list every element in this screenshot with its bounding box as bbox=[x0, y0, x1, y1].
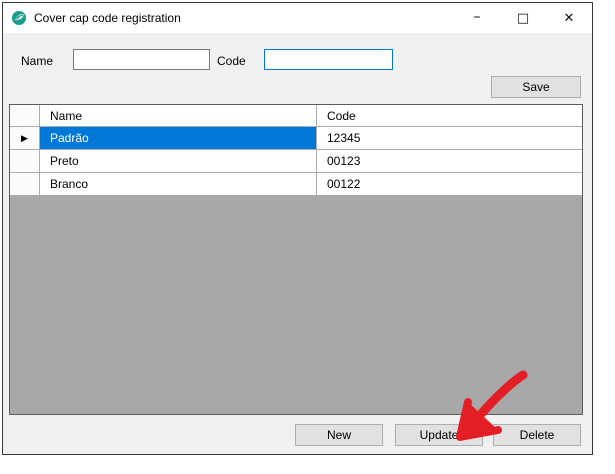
table-row: ▶ Padrão 12345 bbox=[10, 127, 582, 150]
code-label: Code bbox=[217, 54, 246, 68]
code-input[interactable] bbox=[264, 49, 393, 70]
app-logo-icon bbox=[12, 11, 26, 25]
grid-header-row: Name Code bbox=[10, 105, 582, 127]
row-header-selected[interactable]: ▶ bbox=[10, 127, 40, 150]
cell-name[interactable]: Padrão bbox=[40, 127, 317, 150]
update-button[interactable]: Update bbox=[395, 424, 483, 446]
name-label: Name bbox=[21, 54, 54, 68]
table-row: Branco 00122 bbox=[10, 173, 582, 196]
current-row-pointer-icon: ▶ bbox=[21, 132, 28, 143]
cell-code[interactable]: 00122 bbox=[317, 173, 582, 196]
table-row: Preto 00123 bbox=[10, 150, 582, 173]
column-header-name[interactable]: Name bbox=[40, 105, 317, 127]
data-grid: Name Code ▶ Padrão 12345 Preto 00123 Bra… bbox=[9, 104, 583, 415]
minimize-button[interactable]: – bbox=[454, 3, 500, 33]
new-button[interactable]: New bbox=[295, 424, 383, 446]
row-header[interactable] bbox=[10, 150, 40, 173]
delete-button[interactable]: Delete bbox=[493, 424, 581, 446]
titlebar: Cover cap code registration – □ ✕ bbox=[3, 3, 592, 33]
column-header-code[interactable]: Code bbox=[317, 105, 582, 127]
row-header[interactable] bbox=[10, 173, 40, 196]
cell-code[interactable]: 00123 bbox=[317, 150, 582, 173]
cell-name[interactable]: Preto bbox=[40, 150, 317, 173]
cell-name[interactable]: Branco bbox=[40, 173, 317, 196]
maximize-button[interactable]: □ bbox=[500, 3, 546, 33]
window-title: Cover cap code registration bbox=[34, 11, 181, 25]
close-button[interactable]: ✕ bbox=[546, 3, 592, 33]
cell-code[interactable]: 12345 bbox=[317, 127, 582, 150]
grid-corner-cell[interactable] bbox=[10, 105, 40, 127]
window-controls: – □ ✕ bbox=[454, 3, 592, 33]
name-input[interactable] bbox=[73, 49, 210, 70]
save-button[interactable]: Save bbox=[491, 76, 581, 98]
app-window: Cover cap code registration – □ ✕ Name C… bbox=[2, 2, 593, 455]
